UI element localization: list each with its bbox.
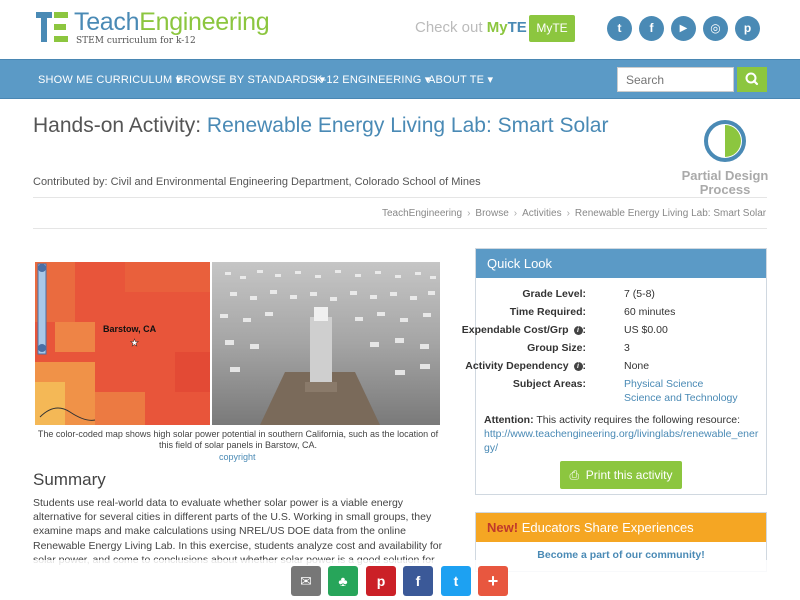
myte-button[interactable]: MyTE <box>529 15 575 42</box>
twitter-icon[interactable]: t <box>607 16 632 41</box>
share-bar <box>0 560 800 600</box>
nav-show-me-curriculum[interactable]: SHOW ME CURRICULUM ▾ <box>38 73 181 86</box>
instagram-icon[interactable]: ◎ <box>703 16 728 41</box>
breadcrumb-browse[interactable]: Browse <box>475 208 508 219</box>
summary-text: Students use real-world data to evaluate… <box>33 497 443 566</box>
more-share-icon[interactable]: + <box>478 566 508 596</box>
nav-about-te[interactable]: ABOUT TE ▾ <box>428 73 493 86</box>
youtube-icon[interactable]: ▶ <box>671 16 696 41</box>
main-nav: SHOW ME CURRICULUM ▾ BROWSE BY STANDARDS… <box>0 59 800 99</box>
hero-image: Barstow, CA ★ <box>35 262 440 425</box>
logo-brand-text: TeachEngineering <box>74 8 270 36</box>
checkout-myte-text: Check out MyTE <box>415 19 527 36</box>
facebook-icon[interactable]: f <box>639 16 664 41</box>
contributed-by: Contributed by: Civil and Environmental … <box>33 176 481 188</box>
nav-k12-engineering[interactable]: K-12 ENGINEERING ▾ <box>315 73 430 86</box>
nav-browse-by-standards[interactable]: BROWSE BY STANDARDS ▾ <box>176 73 325 86</box>
educators-share-heading: New! Educators Share Experiences <box>476 513 766 542</box>
subject-science-technology-link[interactable]: Science and Technology <box>624 392 738 404</box>
attention-note: Attention: This activity requires the fo… <box>484 414 759 454</box>
email-icon[interactable]: ✉ <box>291 566 321 596</box>
site-header: TeachEngineering STEM curriculum for k-1… <box>0 0 800 58</box>
page-title: Hands-on Activity: Renewable Energy Livi… <box>33 114 609 137</box>
breadcrumb-current: Renewable Energy Living Lab: Smart Solar <box>574 208 767 219</box>
twitter-share-icon[interactable]: t <box>441 566 471 596</box>
breadcrumb-teachengineering[interactable]: TeachEngineering <box>382 208 462 219</box>
pinterest-share-icon[interactable]: p <box>366 566 396 596</box>
copyright-link[interactable]: copyright <box>219 452 256 462</box>
quick-look-panel: Quick Look Grade Level: 7 (5-8) Time Requ… <box>462 248 767 495</box>
resource-link[interactable]: http://www.teachengineering.org/livingla… <box>484 428 758 454</box>
breadcrumb: TeachEngineering › Browse › Activities › Re… <box>382 208 767 219</box>
search-input[interactable] <box>617 67 734 92</box>
subject-physical-science-link[interactable]: Physical Science <box>624 378 703 390</box>
solar-field-photo <box>212 262 440 425</box>
map-label-barstow: Barstow, CA <box>103 324 157 334</box>
facebook-share-icon[interactable]: f <box>403 566 433 596</box>
breadcrumb-activities[interactable]: Activities <box>522 208 561 219</box>
print-activity-button[interactable]: ⎙ Print this activity <box>560 461 682 489</box>
info-icon[interactable]: i <box>573 326 583 335</box>
logo-mark-icon <box>36 10 70 44</box>
quick-look-heading: Quick Look <box>476 249 766 278</box>
svg-text:★: ★ <box>130 338 139 349</box>
divider <box>33 197 767 198</box>
info-icon[interactable]: i <box>573 362 583 371</box>
logo-tagline: STEM curriculum for k-12 <box>76 36 196 46</box>
partial-design-process-label: Partial Design Process <box>681 168 769 197</box>
pinterest-icon[interactable]: p <box>735 16 760 41</box>
partial-design-process-icon <box>704 120 746 162</box>
google-classroom-icon[interactable]: ♣ <box>328 566 358 596</box>
divider <box>33 228 767 229</box>
search-button[interactable] <box>737 67 767 92</box>
image-caption: The color-coded map shows high solar pow… <box>37 429 439 450</box>
teachengineering-logo[interactable]: TeachEngineering STEM curriculum for k-1… <box>36 8 270 46</box>
social-links: t f ▶ ◎ p <box>607 16 767 41</box>
summary-heading: Summary <box>33 470 106 489</box>
print-icon: ⎙ <box>569 468 580 482</box>
search-icon <box>745 72 759 86</box>
